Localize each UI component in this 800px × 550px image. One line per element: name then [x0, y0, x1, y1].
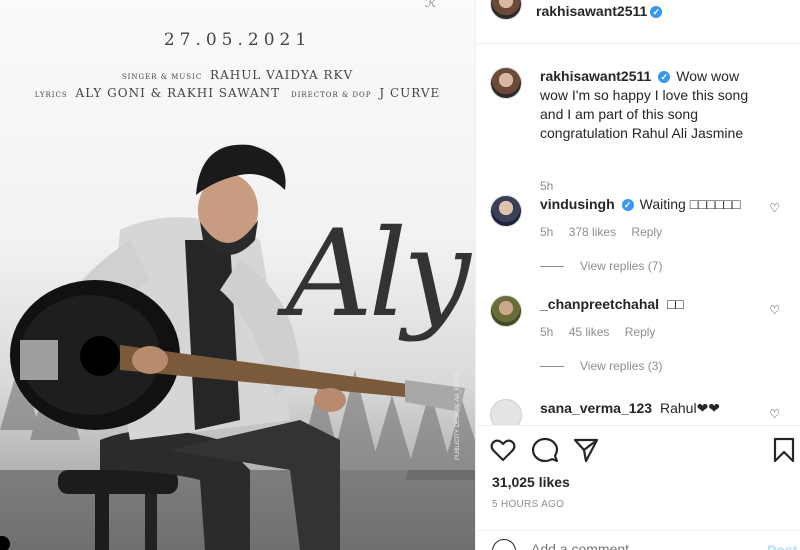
poster-credit-label: DIRECTOR & DOP [290, 91, 372, 99]
verified-badge-icon: ✓ [658, 71, 671, 84]
divider [540, 266, 564, 268]
post-timestamp[interactable]: 5 HOURS AGO [492, 499, 564, 510]
poster-credits-line1: SINGER & MUSIC RAHUL VAIDYA RKV [0, 68, 475, 82]
view-replies-button[interactable]: View replies (7) [540, 259, 662, 273]
poster-credit-value: J CURVE [379, 86, 441, 100]
comment-meta: 5h 378 likes Reply [540, 225, 674, 239]
comment-text: Waiting □□□□□□ [639, 196, 741, 212]
comment-like-heart-icon[interactable]: ♡ [769, 407, 780, 421]
emoji-icon[interactable] [492, 539, 516, 550]
comments-list[interactable]: rakhisawant2511 ✓ Wow wow wow I'm so happy… [476, 45, 800, 425]
avatar[interactable] [490, 67, 522, 99]
view-replies-label[interactable]: View replies (3) [580, 359, 662, 373]
comment-like-heart-icon[interactable]: ♡ [769, 303, 780, 317]
post-image[interactable]: ℛ 27.05.2021 SINGER & MUSIC RAHUL VAIDYA… [0, 0, 475, 550]
comment-likes[interactable]: 378 likes [569, 225, 616, 239]
comment-like-heart-icon[interactable]: ♡ [769, 201, 780, 215]
verified-badge-icon: ✓ [650, 6, 663, 19]
verified-badge-icon: ✓ [621, 199, 634, 212]
divider [540, 366, 564, 368]
comment-body: vindusingh ✓ Waiting □□□□□□ [540, 195, 770, 214]
post-actions: 31,025 likes 5 HOURS AGO Post [476, 425, 800, 550]
comment-body: _chanpreetchahal □□ [540, 295, 770, 314]
comment-meta: 5h 45 likes Reply [540, 325, 667, 339]
reply-button[interactable]: Reply [625, 325, 656, 339]
reply-button[interactable]: Reply [631, 225, 662, 239]
comment-input[interactable] [531, 541, 731, 550]
poster-credits-line2: LYRICS ALY GONI & RAKHI SAWANT DIRECTOR … [0, 86, 475, 100]
poster-script-title: Aly [286, 205, 471, 344]
view-replies-button[interactable]: View replies (3) [540, 359, 662, 373]
bookmark-icon[interactable] [770, 436, 798, 464]
avatar[interactable] [490, 0, 522, 20]
comment-time[interactable]: 5h [540, 325, 553, 339]
comment-text: Rahul❤❤ [660, 400, 721, 416]
comment-username[interactable]: _chanpreetchahal [540, 296, 659, 312]
comment-likes[interactable]: 45 likes [569, 325, 610, 339]
heart-icon[interactable] [489, 436, 517, 464]
comment-time[interactable]: 5h [540, 179, 553, 193]
header-username[interactable]: rakhisawant2511 ✓ [536, 3, 663, 19]
avatar[interactable] [490, 399, 522, 425]
add-comment-bar: Post [476, 530, 800, 550]
post-side-panel: rakhisawant2511 ✓ rakhisawant2511 ✓ Wow wow… [475, 0, 800, 550]
comment-username[interactable]: rakhisawant2511 [540, 68, 651, 84]
poster-credit-label: SINGER & MUSIC [121, 73, 203, 81]
comment-username[interactable]: sana_verma_123 [540, 400, 652, 416]
poster-credit-value: ALY GONI & RAKHI SAWANT [75, 86, 281, 100]
avatar[interactable] [490, 295, 522, 327]
poster-credit-label: LYRICS [34, 91, 68, 99]
comment-username[interactable]: vindusingh [540, 196, 615, 212]
post-button[interactable]: Post [767, 542, 797, 550]
post-header: rakhisawant2511 ✓ [476, 0, 800, 44]
comment-meta: 5h [540, 179, 565, 193]
comment-text: □□ [666, 296, 684, 312]
comment-icon[interactable] [531, 436, 559, 464]
share-icon[interactable] [572, 436, 600, 464]
header-username-text[interactable]: rakhisawant2511 [536, 3, 647, 19]
comment-body: sana_verma_123 Rahul❤❤ [540, 399, 770, 418]
avatar[interactable] [490, 195, 522, 227]
poster-date: 27.05.2021 [163, 30, 312, 50]
view-replies-label[interactable]: View replies (7) [580, 259, 662, 273]
poster-credit-value: RAHUL VAIDYA RKV [210, 68, 354, 82]
poster-side-credit: PUBLICITY DESIGN: AA_EDITS [455, 372, 461, 460]
likes-count[interactable]: 31,025 likes [492, 474, 570, 490]
poster-logo-icon: ℛ [425, 0, 437, 10]
comment-body: rakhisawant2511 ✓ Wow wow wow I'm so happy… [540, 67, 770, 143]
comment-time[interactable]: 5h [540, 225, 553, 239]
